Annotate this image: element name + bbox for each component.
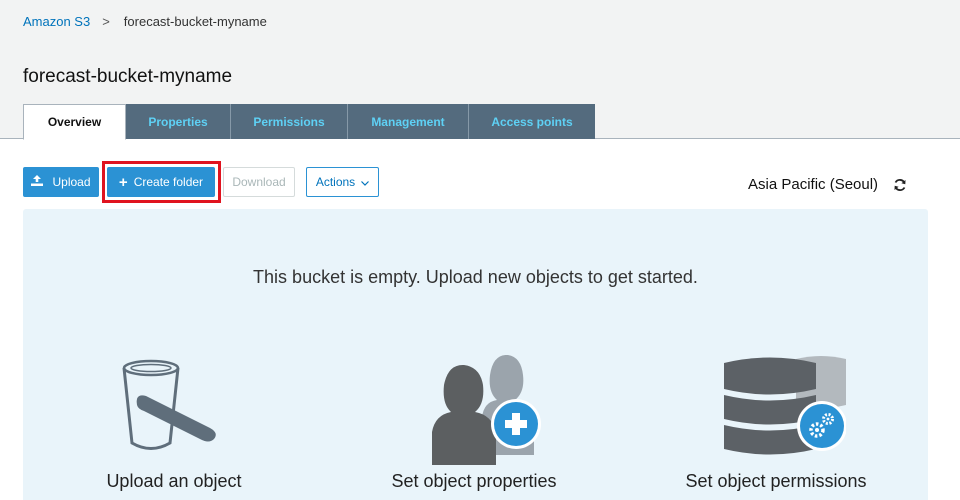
page-title: forecast-bucket-myname: [23, 66, 233, 87]
actions-dropdown[interactable]: Actions: [306, 167, 379, 197]
actions-label: Actions: [315, 175, 356, 189]
tab-permissions[interactable]: Permissions: [231, 104, 348, 139]
breadcrumb-separator: >: [102, 14, 110, 29]
download-button[interactable]: Download: [223, 167, 295, 197]
refresh-icon[interactable]: [893, 178, 909, 194]
upload-object-card[interactable]: Upload an object: [94, 355, 254, 492]
database-gear-icon: [724, 356, 846, 455]
tab-bar: Overview Properties Permissions Manageme…: [23, 104, 595, 140]
set-properties-label: Set object properties: [391, 471, 557, 491]
set-properties-card[interactable]: Set object properties: [386, 355, 562, 492]
users-plus-icon: [432, 355, 541, 465]
breadcrumb-amazon-s3-link[interactable]: Amazon S3: [23, 14, 90, 29]
empty-bucket-panel: This bucket is empty. Upload new objects…: [23, 209, 928, 500]
breadcrumb-current: forecast-bucket-myname: [123, 14, 267, 29]
set-permissions-card[interactable]: Set object permissions: [681, 355, 871, 492]
upload-button-label: Upload: [52, 175, 91, 189]
set-permissions-label: Set object permissions: [685, 471, 867, 491]
plus-icon: +: [118, 173, 128, 191]
region-label: Asia Pacific (Seoul): [748, 176, 879, 193]
header-area: Amazon S3 > forecast-bucket-myname forec…: [0, 0, 960, 140]
upload-icon: [31, 175, 44, 189]
empty-bucket-message: This bucket is empty. Upload new objects…: [253, 267, 698, 287]
tab-access-points[interactable]: Access points: [469, 104, 595, 139]
upload-object-label: Upload an object: [106, 471, 242, 491]
chevron-down-icon: [361, 175, 370, 189]
tab-management[interactable]: Management: [348, 104, 469, 139]
bucket-upload-icon: [122, 359, 216, 450]
create-folder-label: Create folder: [133, 175, 204, 189]
tab-overview[interactable]: Overview: [23, 104, 126, 140]
upload-button[interactable]: Upload: [23, 167, 99, 197]
breadcrumb: Amazon S3 > forecast-bucket-myname: [23, 14, 267, 29]
create-folder-button[interactable]: + Create folder: [107, 167, 215, 197]
tab-properties[interactable]: Properties: [126, 104, 231, 139]
